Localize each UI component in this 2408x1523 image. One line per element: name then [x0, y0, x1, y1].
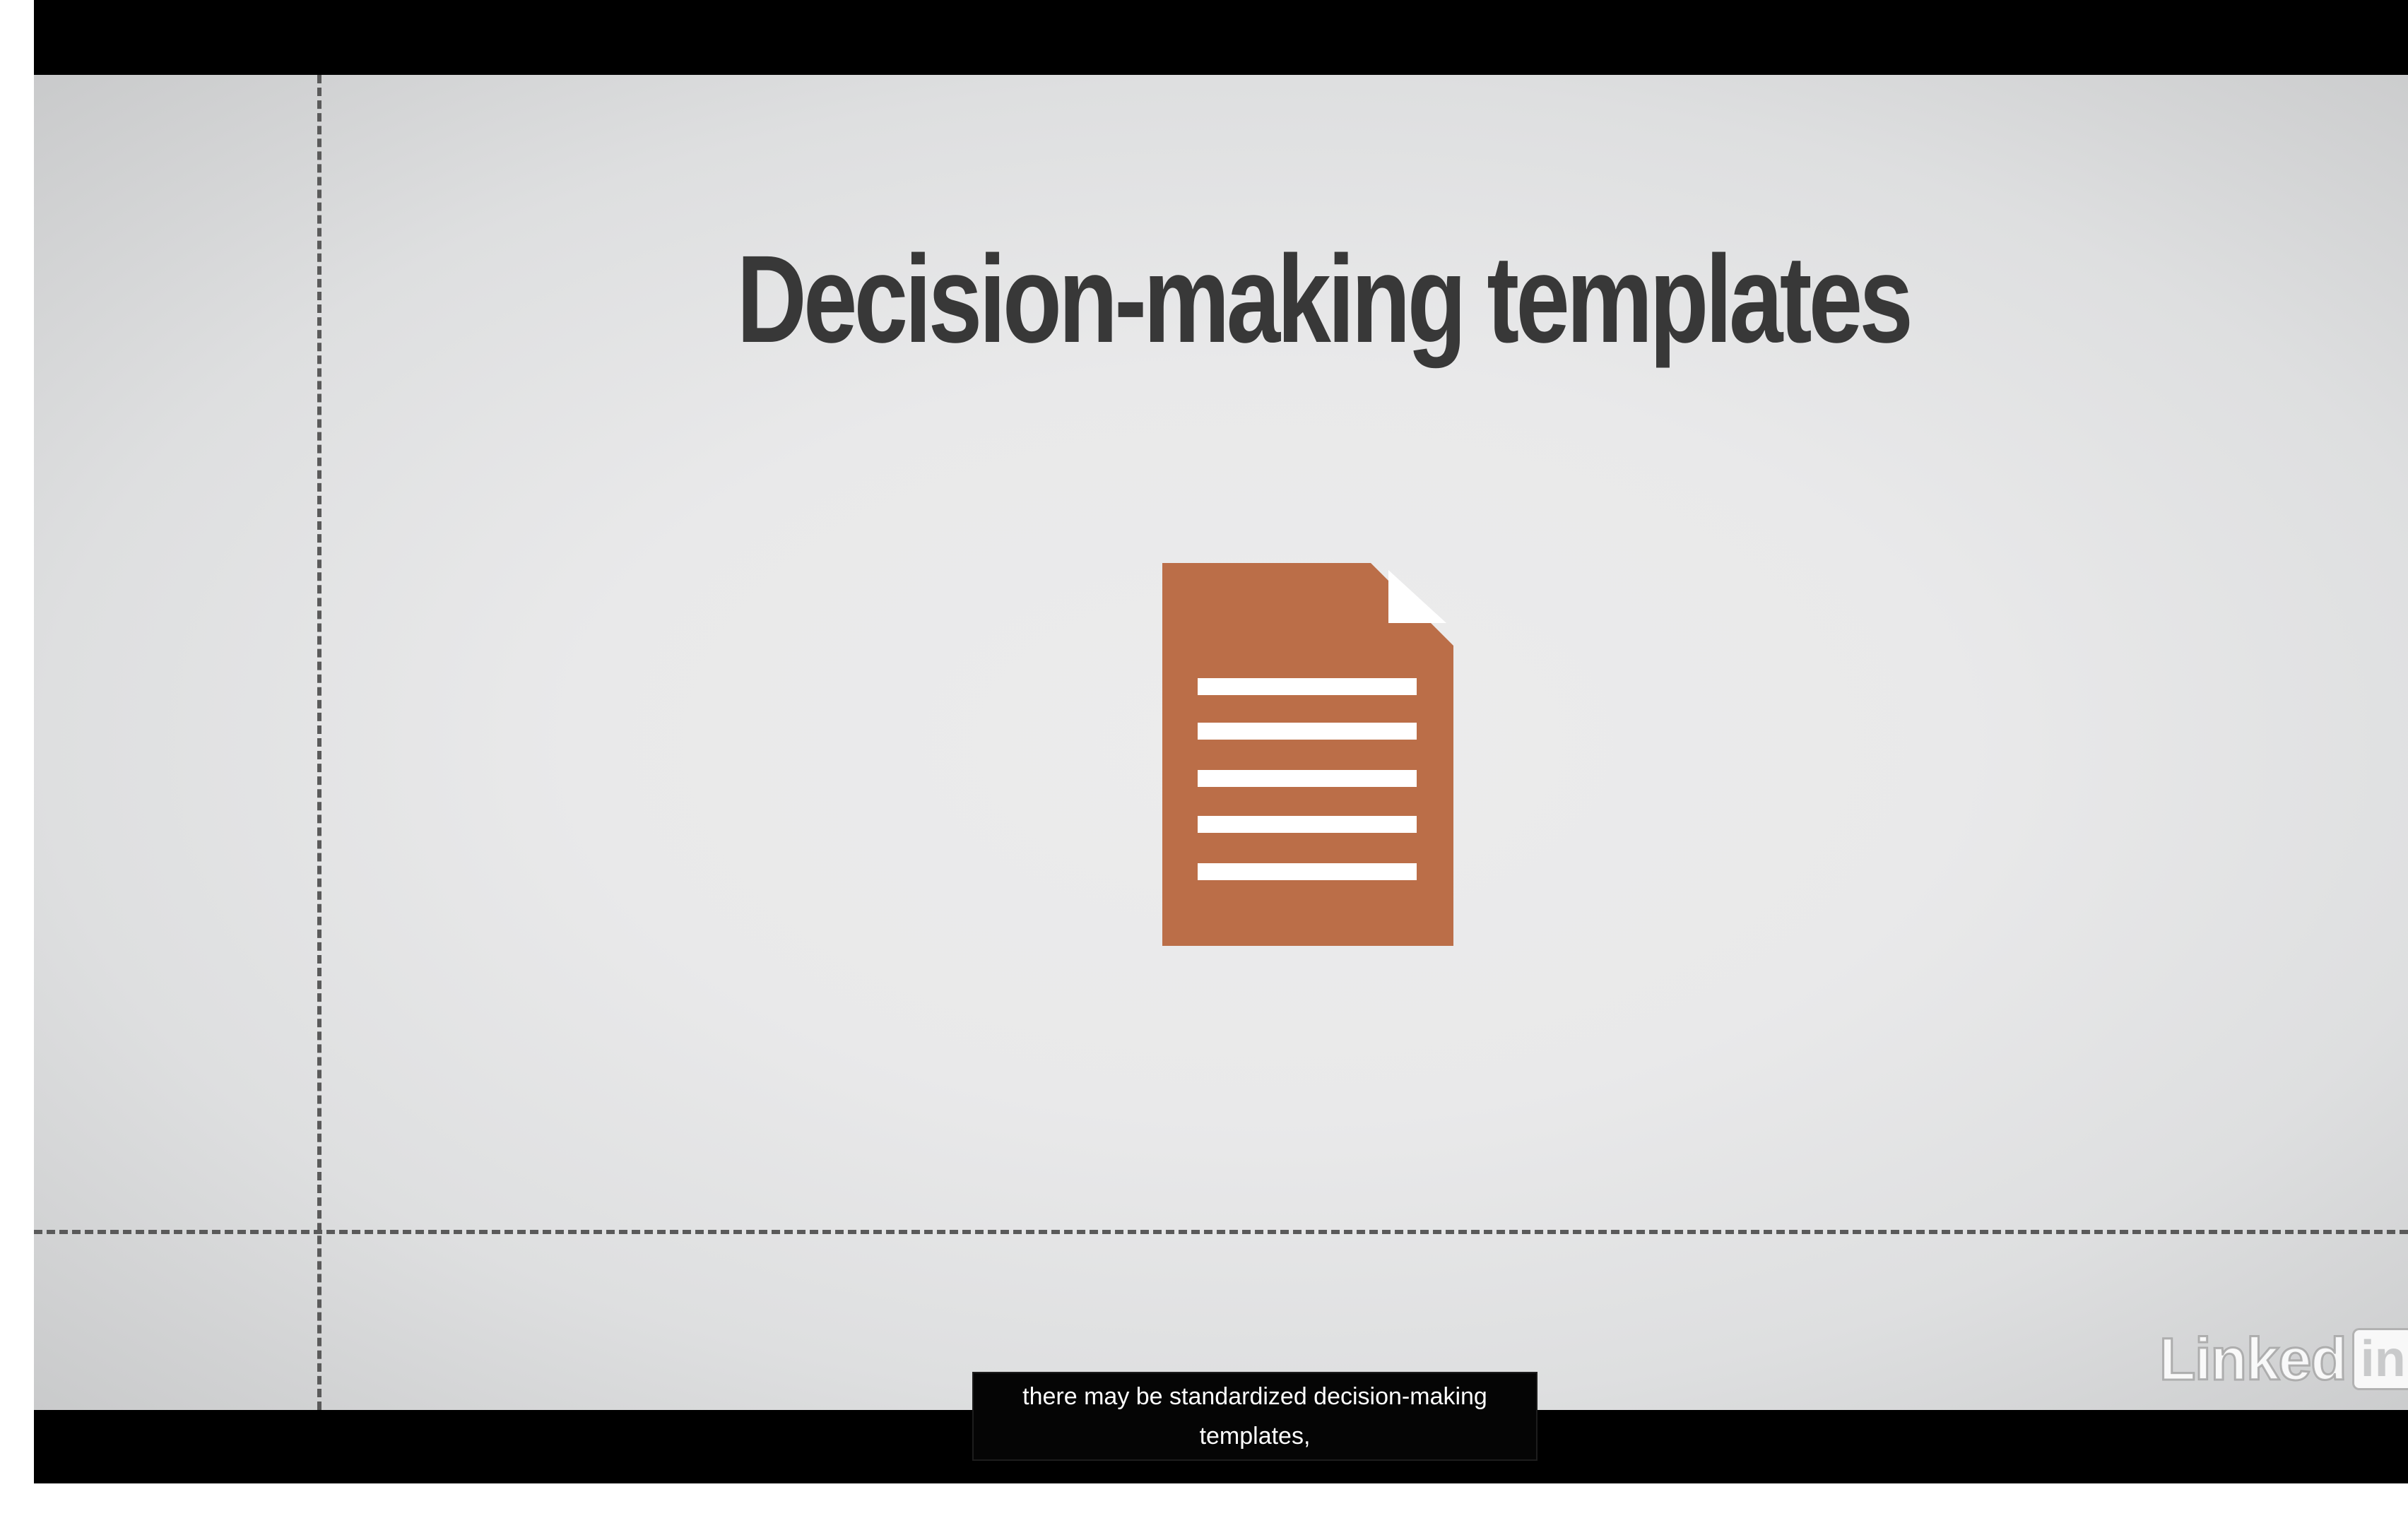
document-line [1198, 816, 1417, 833]
linkedin-watermark-text: Linked [2159, 1326, 2349, 1392]
document-line [1198, 863, 1417, 880]
slide-title: Decision-making templates [736, 230, 1913, 369]
document-line [1198, 770, 1417, 787]
linkedin-in-icon: in [2351, 1328, 2408, 1390]
caption-line-2: templates, [1199, 1423, 1311, 1450]
video-stage: Decision-making templates Linked in [34, 75, 2408, 1410]
vertical-dashed-guide [317, 75, 321, 1410]
document-line [1198, 723, 1417, 740]
linkedin-watermark: Linked in [2159, 1325, 2408, 1393]
video-player[interactable]: Decision-making templates Linked in ther… [34, 0, 2408, 1483]
horizontal-dashed-guide [34, 1230, 2408, 1234]
caption-line-1: there may be standardized decision-makin… [1022, 1383, 1487, 1410]
closed-caption: there may be standardized decision-makin… [972, 1372, 1538, 1461]
document-icon [1162, 563, 1453, 946]
document-fold [1388, 570, 1446, 623]
document-line [1198, 678, 1417, 695]
page: Decision-making templates Linked in ther… [0, 0, 2408, 1523]
